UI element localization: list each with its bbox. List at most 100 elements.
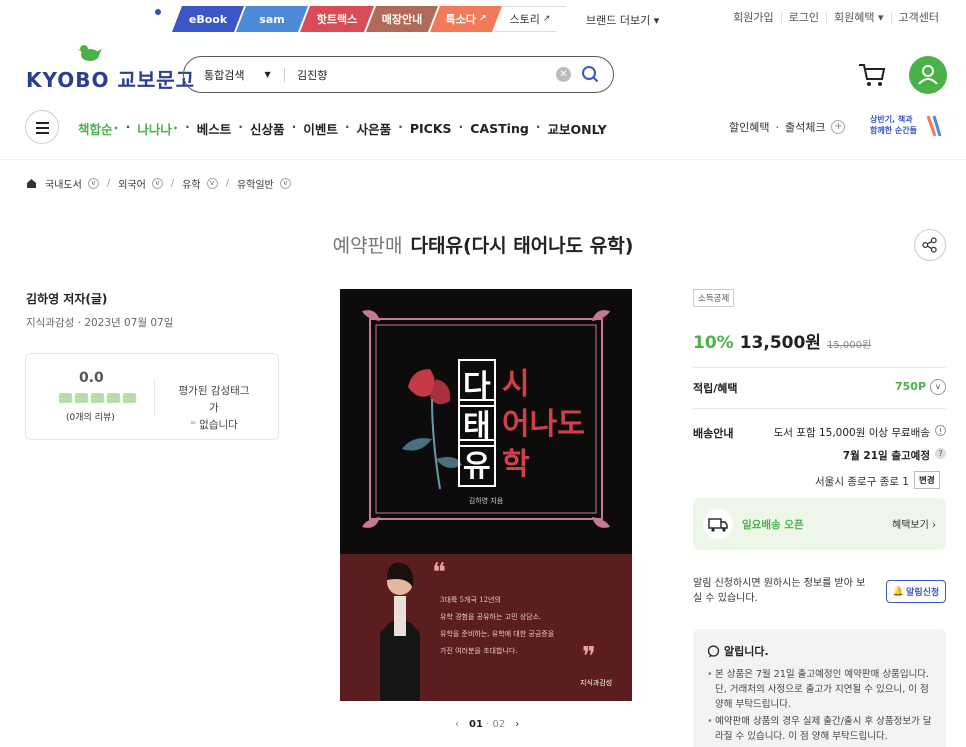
- member-benefits-link[interactable]: 회원혜택 ▾: [826, 12, 891, 23]
- search-input[interactable]: [285, 68, 535, 81]
- nav-item-picks[interactable]: PICKS: [410, 119, 452, 138]
- nav-item-event[interactable]: 이벤트: [303, 119, 338, 138]
- nav-separator: ·: [291, 119, 297, 134]
- view-benefits-link[interactable]: 혜택보기 ›: [892, 516, 936, 531]
- divider: [693, 408, 946, 409]
- promo-line: 함께한 순간들: [870, 126, 917, 135]
- pager-total: · 02: [486, 719, 506, 730]
- brand-more-button[interactable]: 브랜드 더보기 ▾: [586, 12, 659, 28]
- discount-rate: 10%: [693, 333, 734, 353]
- author-name[interactable]: 김하영 저자(글): [26, 290, 107, 307]
- pager-current: 01: [469, 719, 483, 730]
- page-title: 예약판매 다태유(다시 태어나도 유학): [0, 231, 966, 258]
- search-category-select[interactable]: 통합검색 ▼: [184, 67, 284, 83]
- publisher-info: 지식과감성 · 2023년 07월 07일: [26, 317, 174, 329]
- breadcrumb-item[interactable]: 유학일반: [237, 176, 274, 191]
- signup-link[interactable]: 회원가입: [726, 12, 780, 23]
- nav-item-best[interactable]: 베스트: [197, 119, 232, 138]
- rating-hearts: [59, 393, 136, 403]
- notify-button[interactable]: 🔔 알림신청: [886, 580, 946, 603]
- rating-score: 0.0: [79, 370, 104, 386]
- nav-item-1[interactable]: 책합순 •: [78, 119, 119, 138]
- notify-description: 알림 신청하시면 원하시는 정보를 받아 보실 수 있습니다.: [693, 578, 866, 604]
- nav-separator: ·: [125, 119, 131, 134]
- breadcrumb-item[interactable]: 유학: [182, 176, 200, 191]
- tab-hottracks[interactable]: 핫트랙스: [300, 6, 374, 32]
- customer-center-link[interactable]: 고객센터: [890, 12, 946, 23]
- quote-icon: ❝: [190, 419, 200, 431]
- chevron-down-icon[interactable]: v: [930, 379, 946, 395]
- search-bar: 통합검색 ▼ ✕: [183, 56, 614, 93]
- prev-page-icon[interactable]: ‹: [455, 719, 459, 730]
- chevron-down-icon[interactable]: v: [279, 178, 291, 189]
- breadcrumb-separator: /: [106, 178, 111, 189]
- points-label: 적립/혜택: [693, 382, 738, 395]
- cover-author: 김하영 지음: [468, 497, 504, 505]
- search-icon[interactable]: [581, 65, 599, 83]
- sunday-delivery-banner[interactable]: 일요배송 오픈 혜택보기 ›: [693, 498, 946, 550]
- info-icon[interactable]: !: [935, 425, 946, 436]
- top-bar: eBook sam 핫트랙스 매장안내 톡소다 ↗ 스토리 ↗ 브랜드 더보기 ▾ …: [0, 0, 966, 34]
- share-button[interactable]: [914, 229, 946, 261]
- chevron-down-icon[interactable]: v: [206, 178, 218, 189]
- truck-icon-wrap: [703, 509, 733, 539]
- truck-icon: [708, 518, 728, 532]
- bell-icon: 🔔: [892, 586, 905, 597]
- nav-item-casting[interactable]: CASTing: [470, 119, 529, 138]
- clear-search-icon[interactable]: ✕: [556, 67, 571, 82]
- nav-item-gift[interactable]: 사은품: [357, 119, 392, 138]
- tab-ebook[interactable]: eBook: [172, 6, 244, 32]
- hamburger-line: [36, 127, 49, 129]
- discount-benefits-link[interactable]: 할인혜택: [729, 119, 769, 135]
- tab-toksoda-label: 톡소다: [445, 13, 476, 26]
- cart-icon[interactable]: [858, 62, 886, 88]
- cover-title-5: 유: [458, 439, 496, 487]
- new-dot: •: [113, 124, 119, 133]
- tab-sam[interactable]: sam: [236, 6, 308, 32]
- nav-separator: ·: [398, 119, 403, 134]
- review-count[interactable]: (0개의 리뷰): [66, 410, 115, 423]
- breadcrumb-item[interactable]: 외국어: [118, 176, 146, 191]
- cover-title-4: 어나도: [502, 407, 585, 442]
- cover-title-2: 시: [502, 367, 530, 402]
- tab-toksoda[interactable]: 톡소다 ↗: [430, 6, 502, 32]
- emotion-tag-line: ❝ 없습니다: [174, 417, 254, 434]
- search-category-label: 통합검색: [204, 68, 245, 82]
- help-icon[interactable]: ?: [935, 448, 946, 459]
- promo-banner[interactable]: 상반기, 책과 함께한 순간들: [870, 114, 917, 136]
- next-page-icon[interactable]: ›: [515, 719, 519, 730]
- nav-separator: ·: [185, 119, 190, 134]
- home-icon[interactable]: [26, 178, 37, 189]
- login-link[interactable]: 로그인: [780, 12, 826, 23]
- hamburger-line: [36, 122, 49, 124]
- user-icon: [918, 65, 938, 85]
- rating-heart-icon: [59, 393, 72, 403]
- quote-open-icon: ❝: [432, 558, 446, 588]
- hamburger-menu-button[interactable]: [25, 110, 59, 144]
- attendance-link[interactable]: 출석체크: [785, 119, 825, 135]
- chevron-down-icon[interactable]: v: [87, 178, 99, 189]
- hamburger-line: [36, 132, 49, 134]
- rating-heart-icon: [91, 393, 104, 403]
- book-cover-image[interactable]: 다 시 태 어나도 유 학 김하영 지음 ❝ 3대륙 5개국 12년의 유학 경…: [340, 289, 632, 701]
- tab-story[interactable]: 스토리 ↗: [494, 6, 566, 32]
- user-profile-button[interactable]: [909, 56, 947, 94]
- nav-right-links: 할인혜택 · 출석체크 +: [729, 119, 846, 135]
- nav-item-new[interactable]: 신상품: [250, 119, 285, 138]
- chevron-down-icon[interactable]: v: [151, 178, 163, 189]
- cover-quote-line: 가진 여러분을 초대합니다.: [440, 647, 518, 655]
- breadcrumb-separator: /: [225, 178, 229, 189]
- breadcrumb-separator: /: [170, 178, 175, 189]
- speech-bubble-icon: [707, 644, 720, 657]
- tab-store-info[interactable]: 매장안내: [366, 6, 438, 32]
- tab-story-label: 스토리: [509, 13, 540, 26]
- breadcrumb-item[interactable]: 국내도서: [45, 176, 82, 191]
- nav-separator: ·: [238, 119, 244, 134]
- external-link-icon: ↗: [478, 14, 487, 24]
- nav-item-2[interactable]: 나나나 •: [137, 119, 178, 138]
- plus-icon[interactable]: +: [831, 120, 846, 134]
- notify-button-label: 알림신청: [906, 588, 940, 598]
- kyobo-logo[interactable]: KYOBO 교보문고: [26, 44, 194, 92]
- change-address-button[interactable]: 변경: [914, 471, 940, 489]
- nav-item-kyobo-only[interactable]: 교보ONLY: [548, 119, 607, 138]
